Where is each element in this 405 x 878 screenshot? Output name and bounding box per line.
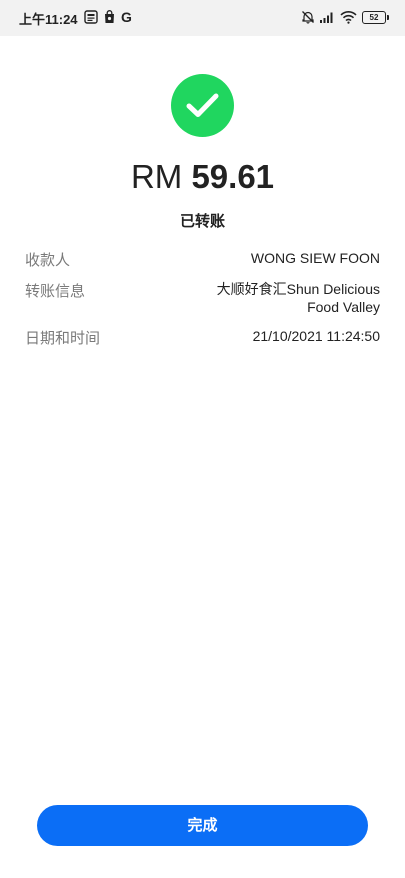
transfer-status: 已转账 xyxy=(179,213,225,230)
currency-label: RM xyxy=(130,158,183,195)
wifi-icon xyxy=(340,10,357,29)
battery-tip xyxy=(387,15,389,20)
transfer-info-line1: 大顺好食汇Shun Delicious xyxy=(216,281,380,297)
recipient-value: WONG SIEW FOON xyxy=(250,250,380,266)
google-icon: G xyxy=(121,9,132,25)
status-time: 上午11:24 xyxy=(19,12,78,27)
done-button[interactable]: 完成 xyxy=(37,805,368,846)
recipient-label: 收款人 xyxy=(25,252,71,269)
datetime-label: 日期和时间 xyxy=(25,330,101,347)
battery-indicator: 52 xyxy=(362,11,386,24)
transfer-info-line2: Food Valley xyxy=(307,299,380,315)
muted-bell-icon xyxy=(301,10,315,29)
status-bar: 上午11:24 G 52 xyxy=(0,0,405,36)
transfer-amount: RM 59.61 xyxy=(0,158,405,196)
shopping-bag-icon xyxy=(103,10,116,29)
transfer-info-label: 转账信息 xyxy=(25,283,86,300)
amount-value: 59.61 xyxy=(191,158,275,195)
news-app-icon xyxy=(84,10,98,29)
signal-icon xyxy=(319,10,335,29)
datetime-value: 21/10/2021 11:24:50 xyxy=(252,328,380,344)
transfer-info-value: 大顺好食汇Shun Delicious Food Valley xyxy=(217,280,380,316)
success-check-icon xyxy=(171,74,234,137)
